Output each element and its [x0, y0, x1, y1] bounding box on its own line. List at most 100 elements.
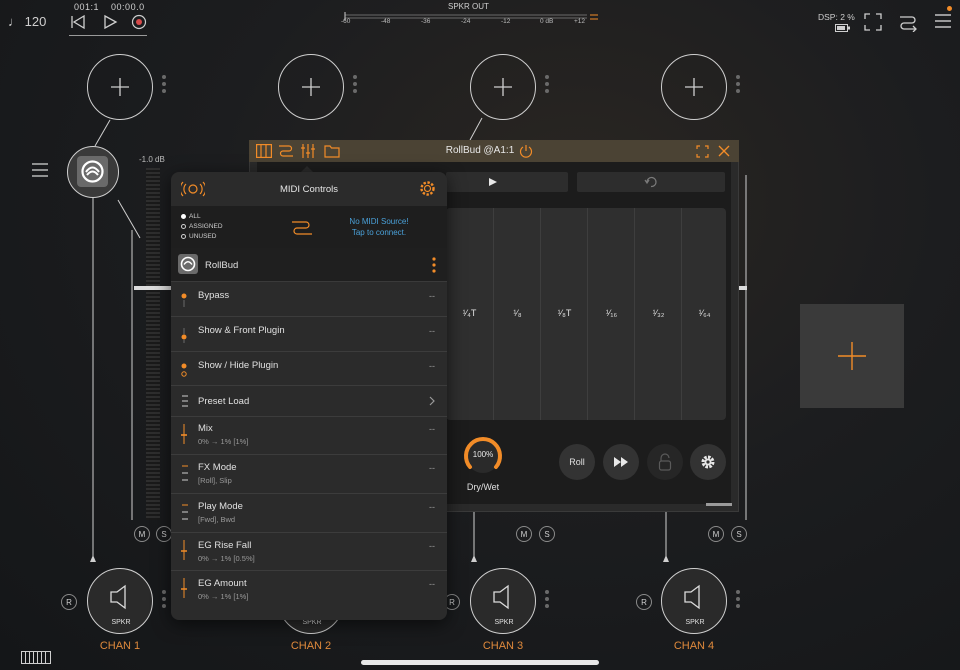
roll-button[interactable]: Roll: [559, 444, 595, 480]
speaker-icon: [493, 584, 509, 610]
division-label: ¹⁄₈T: [557, 308, 572, 318]
control-name: Mix: [198, 423, 213, 434]
dry-wet-knob[interactable]: 100%: [461, 434, 505, 478]
division-label: ¹⁄₁₆: [605, 308, 618, 318]
mute-button-chan1[interactable]: M: [134, 526, 150, 542]
plugin-name: RollBud: [205, 260, 239, 271]
output-label: SPKR: [111, 619, 131, 626]
chevron-right-icon: [429, 396, 435, 406]
control-assignment: --: [429, 502, 435, 512]
plus-icon: [838, 342, 866, 370]
control-name: Bypass: [198, 290, 230, 301]
output-speaker-chan3[interactable]: SPKR: [470, 568, 536, 634]
midi-source-connect-link[interactable]: No MIDI Source! Tap to connect.: [319, 216, 439, 238]
control-name: EG Rise Fall: [198, 540, 252, 551]
midi-control-row-show-front[interactable]: Show & Front Plugin --: [171, 317, 447, 352]
close-icon[interactable]: [718, 145, 730, 157]
plugin-header-row[interactable]: RollBud: [171, 248, 447, 282]
knob-value: 100%: [472, 450, 494, 459]
midi-control-row-play-mode[interactable]: Play Mode [Fwd], Bwd --: [171, 494, 447, 533]
division-cell[interactable]: ¹⁄₈T: [540, 208, 587, 420]
division-label: ¹⁄₈: [513, 308, 522, 318]
slider-icon: [181, 540, 187, 560]
toggle-icon: [181, 293, 187, 307]
radio-icon: [181, 233, 186, 239]
fast-forward-button[interactable]: [603, 444, 639, 480]
control-assignment: --: [429, 291, 435, 301]
fast-forward-icon: [614, 457, 628, 467]
division-label: ¹⁄₄T: [462, 308, 477, 318]
record-arm-button-chan1[interactable]: R: [61, 594, 77, 610]
play-icon: [489, 178, 497, 186]
settings-button[interactable]: [690, 444, 726, 480]
mute-button-chan4[interactable]: M: [708, 526, 724, 542]
midi-control-row-show-hide[interactable]: Show / Hide Plugin --: [171, 352, 447, 386]
midi-control-row-eg-rise-fall[interactable]: EG Rise Fall 0% → 1% [0.5%] --: [171, 533, 447, 571]
division-grid[interactable]: ¹⁄₄T ¹⁄₈ ¹⁄₈T ¹⁄₁₆ ¹⁄₃₂ ¹⁄₆₄: [446, 208, 726, 420]
control-range: 0% → 1% [0.5%]: [198, 554, 255, 563]
output-options-dots[interactable]: [736, 590, 740, 611]
output-speaker-chan4[interactable]: SPKR: [661, 568, 727, 634]
solo-button-chan1[interactable]: S: [156, 526, 172, 542]
play-toggle-button[interactable]: [446, 172, 568, 192]
control-assignment: --: [429, 326, 435, 336]
speaker-icon: [110, 584, 126, 610]
filter-label: ASSIGNED: [189, 223, 223, 230]
add-channel-button[interactable]: [800, 304, 904, 408]
filter-all-radio[interactable]: ALL: [181, 213, 201, 220]
fader-db-readout: -1.0 dB: [139, 155, 165, 164]
output-options-dots[interactable]: [545, 590, 549, 611]
output-speaker-chan1[interactable]: SPKR: [87, 568, 153, 634]
home-indicator: [361, 660, 599, 665]
midi-source-icon[interactable]: [291, 218, 313, 236]
midi-control-row-mix[interactable]: Mix 0% → 1% [1%] --: [171, 417, 447, 455]
midi-source-line2: Tap to connect.: [351, 228, 407, 237]
fader-handle[interactable]: [738, 286, 747, 290]
channel-name-2[interactable]: CHAN 2: [271, 640, 351, 652]
folder-icon[interactable]: [324, 144, 340, 158]
solo-button-chan4[interactable]: S: [731, 526, 747, 542]
power-icon[interactable]: [519, 144, 533, 158]
mute-button-chan3[interactable]: M: [516, 526, 532, 542]
refresh-icon: [644, 176, 657, 188]
output-options-dots[interactable]: [162, 590, 166, 611]
division-cell[interactable]: ¹⁄₄T: [446, 208, 493, 420]
division-cell[interactable]: ¹⁄₁₆: [587, 208, 634, 420]
keyboard-icon[interactable]: [256, 144, 272, 158]
fader-track[interactable]: [146, 168, 160, 520]
fader-handle[interactable]: [134, 286, 172, 290]
slider-icon: [181, 578, 187, 598]
resize-handle[interactable]: [706, 503, 732, 506]
record-arm-button-chan4[interactable]: R: [636, 594, 652, 610]
keyboard-icon[interactable]: [21, 651, 51, 664]
midi-control-row-fx-mode[interactable]: FX Mode [Roll], Slip --: [171, 455, 447, 494]
midi-controls-header: MIDI Controls: [171, 172, 447, 207]
filter-assigned-radio[interactable]: ASSIGNED: [181, 223, 223, 230]
gear-icon[interactable]: [419, 180, 436, 197]
control-range: [Fwd], Bwd: [198, 515, 236, 524]
division-cell[interactable]: ¹⁄₈: [493, 208, 540, 420]
midi-control-row-eg-amount[interactable]: EG Amount 0% → 1% [1%] --: [171, 571, 447, 611]
rollbud-plugin-node[interactable]: [67, 146, 119, 198]
routing-icon[interactable]: [278, 143, 294, 159]
lock-button[interactable]: [647, 444, 683, 480]
midi-control-row-bypass[interactable]: Bypass --: [171, 282, 447, 317]
midi-control-row-preset-load[interactable]: Preset Load: [171, 386, 447, 417]
loop-button[interactable]: [577, 172, 725, 192]
filter-unused-radio[interactable]: UNUSED: [181, 233, 216, 240]
channel-name-4[interactable]: CHAN 4: [654, 640, 734, 652]
division-cell[interactable]: ¹⁄₆₄: [681, 208, 726, 420]
division-cell[interactable]: ¹⁄₃₂: [634, 208, 681, 420]
mixer-icon[interactable]: [300, 143, 316, 159]
toggle-icon: [181, 363, 187, 377]
expand-icon[interactable]: [696, 145, 709, 158]
control-name: Show / Hide Plugin: [198, 360, 279, 371]
more-options-icon[interactable]: [432, 257, 436, 273]
knob-label: Dry/Wet: [466, 482, 500, 492]
solo-button-chan3[interactable]: S: [539, 526, 555, 542]
control-name: Preset Load: [198, 396, 250, 407]
control-assignment: --: [429, 579, 435, 589]
channel-name-3[interactable]: CHAN 3: [463, 640, 543, 652]
channel-name-1[interactable]: CHAN 1: [80, 640, 160, 652]
channel-menu-icon[interactable]: [32, 162, 48, 178]
